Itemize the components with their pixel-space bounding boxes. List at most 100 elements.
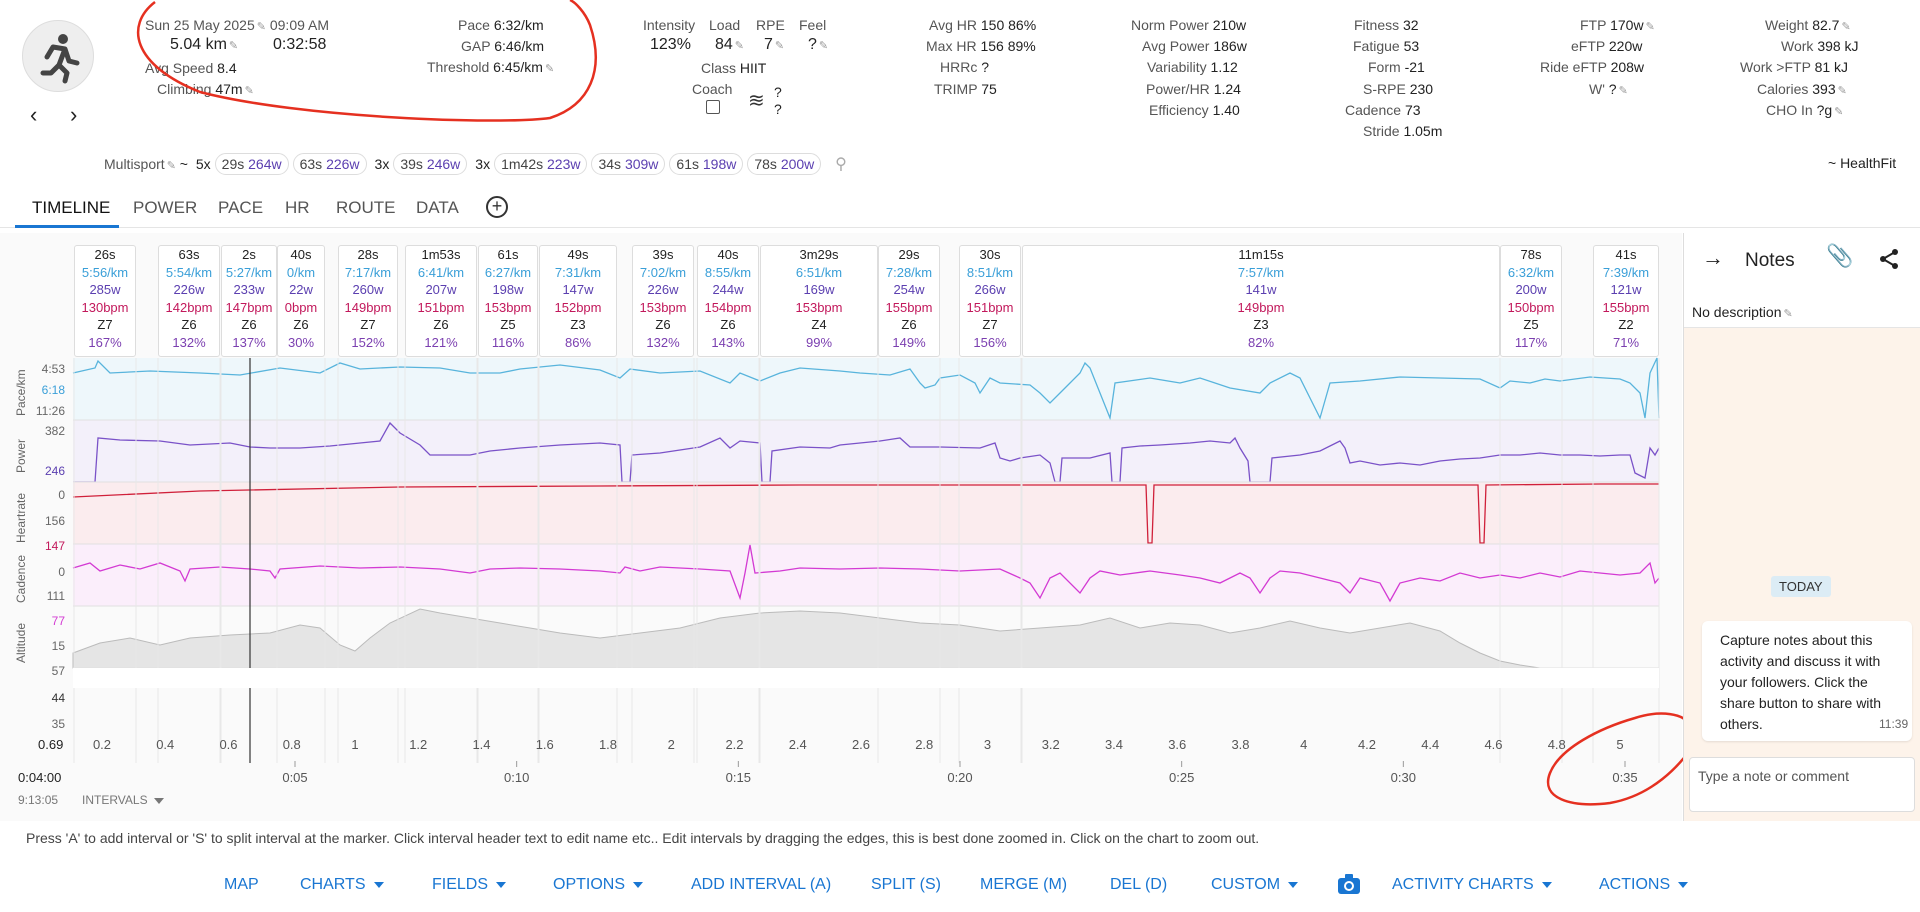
activity-charts-button[interactable]: ACTIVITY CHARTS	[1392, 876, 1552, 894]
interval-header[interactable]: 29s 7:28/km 254w 155bpm Z6 149%	[878, 245, 940, 357]
interval-pace: 0/km	[286, 264, 316, 280]
coach-checkbox[interactable]	[706, 100, 720, 114]
weight[interactable]: Weight 82.7 ✎	[1765, 17, 1851, 36]
rpe-value[interactable]: 7 ✎	[764, 36, 784, 55]
share-icon[interactable]	[1877, 247, 1901, 276]
custom-button[interactable]: CUSTOM	[1211, 876, 1299, 894]
interval-header[interactable]: 3m29s 6:51/km 169w 153bpm Z4 99%	[760, 245, 878, 357]
actions-button[interactable]: ACTIONS	[1599, 876, 1689, 894]
interval-power: 147w	[562, 282, 594, 297]
calories[interactable]: Calories 393 ✎	[1757, 81, 1847, 100]
interval-header[interactable]: 1m53s 6:41/km 207w 151bpm Z6 121%	[405, 245, 477, 357]
time-tick: 0:25	[1169, 770, 1194, 785]
distance-tick: 2.2	[725, 737, 743, 752]
distance-start: 0.69	[38, 737, 64, 752]
arrow-right-icon[interactable]: →	[1702, 245, 1724, 271]
fields-button[interactable]: FIELDS	[432, 876, 507, 894]
interval-zone: Z6	[181, 317, 197, 332]
note-input[interactable]: Type a note or comment	[1689, 757, 1915, 812]
interval-pct: 86%	[564, 334, 592, 350]
interval-header[interactable]: 40s 0/km 22w 0bpm Z6 30%	[277, 245, 325, 357]
trimp: TRIMP 75	[934, 81, 997, 97]
interval-group-pill[interactable]: 1m42s 223w	[494, 153, 588, 175]
interval-header[interactable]: 78s 6:32/km 200w 150bpm Z5 117%	[1500, 245, 1562, 357]
tab-route[interactable]: ROUTE	[336, 198, 396, 218]
notes-header: → Notes 📎 No description ✎	[1684, 233, 1920, 328]
interval-pct: 132%	[172, 334, 206, 350]
interval-pace: 6:51/km	[795, 264, 843, 280]
interval-header[interactable]: 11m15s 7:57/km 141w 149bpm Z3 82%	[1022, 245, 1500, 357]
distance-tick: 0.2	[93, 737, 111, 752]
today-badge: TODAY	[1771, 576, 1831, 597]
chevron-down-icon	[496, 881, 507, 888]
distance-tick: 4	[1300, 737, 1307, 752]
interval-group-pill[interactable]: 63s 226w	[292, 153, 367, 175]
interval-header[interactable]: 30s 8:51/km 266w 151bpm Z7 156%	[959, 245, 1021, 357]
interval-header[interactable]: 63s 5:54/km 226w 142bpm Z6 132%	[158, 245, 220, 357]
prev-activity-button[interactable]: ‹	[30, 102, 37, 128]
sport-name[interactable]: Multisport	[104, 156, 165, 172]
altitude-y-bot: 35	[51, 717, 65, 731]
add-tab-icon[interactable]: +	[486, 196, 508, 218]
pace-row-bg	[73, 358, 1659, 420]
tab-hr[interactable]: HR	[285, 198, 310, 218]
timeline-chart[interactable]: 0.2 0.4 0.6 0.8 1 1.2 1.4 1.6 1.8 2 2.2 2.4 2.6 2.8 3 3…	[0, 233, 1700, 821]
fatigue: Fatigue 53	[1353, 38, 1420, 54]
interval-header[interactable]: 28s 7:17/km 260w 149bpm Z7 152%	[338, 245, 398, 357]
interval-hr: 153bpm	[484, 299, 532, 315]
active-tab-indicator	[15, 225, 119, 228]
interval-hr: 153bpm	[639, 299, 687, 315]
tab-power[interactable]: POWER	[133, 198, 197, 218]
interval-header[interactable]: 2s 5:27/km 233w 147bpm Z6 137%	[221, 245, 277, 357]
interval-group-pill[interactable]: 61s 198w	[669, 153, 744, 175]
tab-pace[interactable]: PACE	[218, 198, 263, 218]
rpe-label: RPE	[756, 17, 785, 33]
load-label: Load	[709, 17, 741, 33]
charts-button[interactable]: CHARTS	[300, 876, 384, 894]
intervals-toggle[interactable]: INTERVALS	[82, 793, 164, 807]
interval-hr: 151bpm	[966, 299, 1014, 315]
interval-power: 285w	[89, 282, 121, 297]
interval-pct: 137%	[232, 334, 266, 350]
notes-description[interactable]: No description ✎	[1692, 304, 1793, 320]
next-activity-button[interactable]: ›	[70, 102, 77, 128]
search-icon[interactable]: ⚲	[835, 156, 847, 173]
interval-header[interactable]: 40s 8:55/km 244w 154bpm Z6 143%	[697, 245, 759, 357]
cho-in[interactable]: CHO In ?g ✎	[1766, 102, 1843, 121]
interval-header[interactable]: 26s 5:56/km 285w 130bpm Z7 167%	[74, 245, 136, 357]
interval-group-pill[interactable]: 34s 309w	[591, 153, 666, 175]
tab-data[interactable]: DATA	[416, 198, 459, 218]
altitude-y-mid: 44	[51, 691, 65, 705]
interval-pace: 7:31/km	[554, 264, 602, 280]
delete-button[interactable]: DEL (D)	[1110, 876, 1167, 894]
add-interval-button[interactable]: ADD INTERVAL (A)	[691, 876, 831, 894]
hrrc: HRRc ?	[940, 59, 990, 75]
interval-pace: 8:55/km	[704, 264, 752, 280]
power-y-mid: 246	[44, 464, 65, 478]
interval-group-pill[interactable]: 29s 264w	[214, 153, 289, 175]
activity-summary: ‹ › Sun 25 May 2025 ✎ 09:09 AM 5.04 km ✎ 0…	[0, 0, 1920, 180]
feel-value[interactable]: ? ✎	[808, 36, 828, 55]
interval-group-pill[interactable]: 78s 200w	[747, 153, 822, 175]
tab-bar: TIMELINE POWER PACE HR ROUTE DATA +	[0, 190, 1920, 228]
interval-header[interactable]: 39s 7:02/km 226w 153bpm Z6 132%	[632, 245, 694, 357]
interval-group-pill[interactable]: 39s 246w	[393, 153, 468, 175]
interval-hr: 0bpm	[284, 299, 318, 315]
interval-hr: 147bpm	[225, 299, 273, 315]
options-button[interactable]: OPTIONS	[553, 876, 644, 894]
attachment-icon[interactable]: 📎	[1826, 243, 1853, 269]
w-prime[interactable]: W' ? ✎	[1589, 81, 1628, 100]
interval-header[interactable]: 49s 7:31/km 147w 152bpm Z3 86%	[539, 245, 617, 357]
split-button[interactable]: SPLIT (S)	[871, 876, 941, 894]
ftp[interactable]: FTP 170w ✎	[1580, 17, 1655, 36]
pencil-icon: ✎	[1783, 308, 1793, 320]
interval-header[interactable]: 61s 6:27/km 198w 153bpm Z5 116%	[478, 245, 538, 357]
tab-timeline[interactable]: TIMELINE	[32, 198, 110, 218]
activity-icon[interactable]	[22, 20, 94, 92]
interval-zone: Z5	[1523, 317, 1539, 332]
load-value[interactable]: 84 ✎	[715, 36, 744, 55]
camera-icon[interactable]	[1337, 873, 1361, 900]
merge-button[interactable]: MERGE (M)	[980, 876, 1067, 894]
map-button[interactable]: MAP	[224, 876, 259, 894]
interval-header[interactable]: 41s 7:39/km 121w 155bpm Z2 71%	[1593, 245, 1659, 357]
